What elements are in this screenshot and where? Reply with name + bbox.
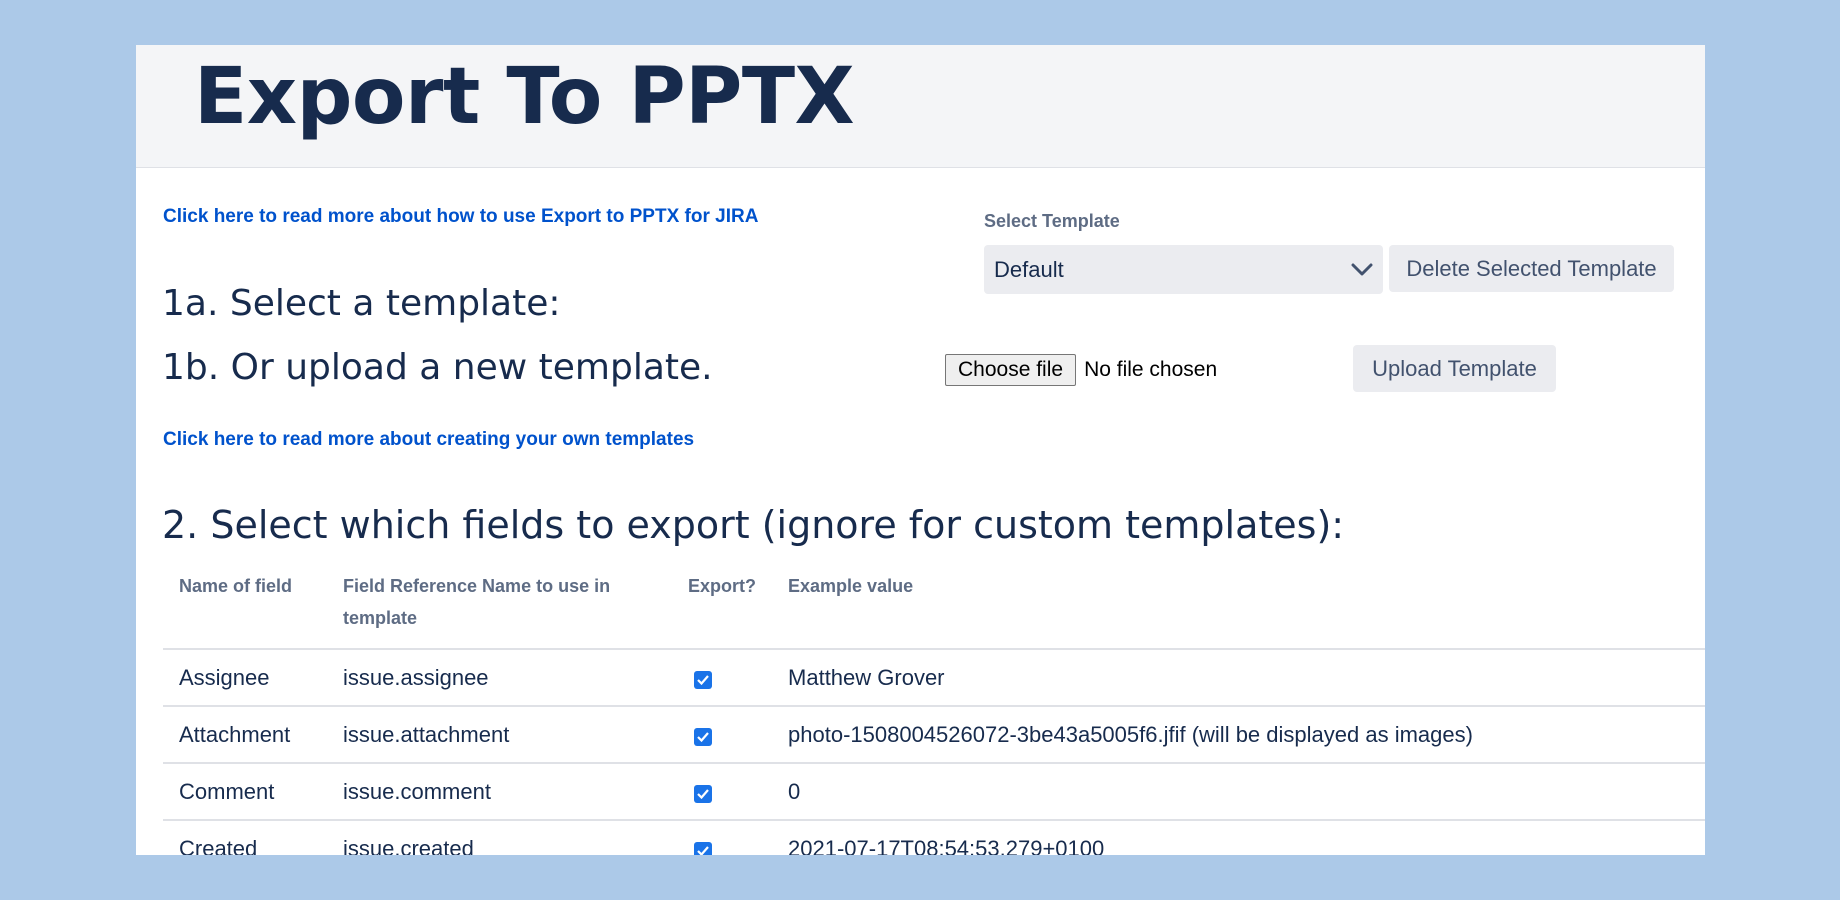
custom-templates-link[interactable]: Click here to read more about creating y… xyxy=(163,429,694,451)
export-panel: Export To PPTX Click here to read more a… xyxy=(136,45,1705,855)
example-value: 0 xyxy=(772,763,1705,821)
table-row: Created issue.created 2021-07-17T08:54:5… xyxy=(163,820,1705,855)
export-checkbox[interactable] xyxy=(694,784,712,803)
file-input[interactable]: Choose file No file chosen xyxy=(945,354,1217,386)
table-header-row: Name of field Field Reference Name to us… xyxy=(163,562,1705,650)
page-title: Export To PPTX xyxy=(194,52,855,142)
field-ref: issue.assignee xyxy=(327,649,672,707)
export-cell xyxy=(672,820,773,855)
table-row: Comment issue.comment 0 xyxy=(163,763,1705,821)
export-checkbox[interactable] xyxy=(694,727,712,746)
step-2-heading: 2. Select which fields to export (ignore… xyxy=(162,503,1345,547)
export-checkbox[interactable] xyxy=(694,670,712,689)
fields-table: Name of field Field Reference Name to us… xyxy=(163,562,1705,855)
delete-template-button[interactable]: Delete Selected Template xyxy=(1389,245,1674,292)
field-name: Comment xyxy=(163,763,327,821)
field-ref: issue.attachment xyxy=(327,706,672,764)
field-name: Assignee xyxy=(163,649,327,707)
step-1a-heading: 1a. Select a template: xyxy=(162,283,561,324)
table-row: Attachment issue.attachment photo-150800… xyxy=(163,706,1705,764)
field-name: Attachment xyxy=(163,706,327,764)
export-cell xyxy=(672,706,773,764)
header-example: Example value xyxy=(772,562,1705,650)
header-field-name: Name of field xyxy=(163,562,327,650)
select-template-label: Select Template xyxy=(984,211,1120,231)
chevron-down-icon xyxy=(1351,257,1373,283)
export-cell xyxy=(672,649,773,707)
example-value: Matthew Grover xyxy=(772,649,1705,707)
export-cell xyxy=(672,763,773,821)
export-checkbox[interactable] xyxy=(694,841,712,855)
how-to-link[interactable]: Click here to read more about how to use… xyxy=(163,206,758,228)
field-ref: issue.comment xyxy=(327,763,672,821)
template-select[interactable]: Default xyxy=(984,245,1383,294)
choose-file-button[interactable]: Choose file xyxy=(945,354,1077,386)
example-value: 2021-07-17T08:54:53.279+0100 xyxy=(772,820,1705,855)
field-name: Created xyxy=(163,820,327,855)
file-status: No file chosen xyxy=(1084,358,1218,381)
template-select-value: Default xyxy=(994,256,1064,282)
table-row: Assignee issue.assignee Matthew Grover xyxy=(163,649,1705,707)
header-export: Export? xyxy=(672,562,773,650)
page-header: Export To PPTX xyxy=(136,45,1705,168)
field-ref: issue.created xyxy=(327,820,672,855)
upload-template-button[interactable]: Upload Template xyxy=(1353,345,1556,392)
step-1b-heading: 1b. Or upload a new template. xyxy=(162,347,713,388)
header-field-ref: Field Reference Name to use in template xyxy=(327,562,672,650)
example-value: photo-1508004526072-3be43a5005f6.jfif (w… xyxy=(772,706,1705,764)
